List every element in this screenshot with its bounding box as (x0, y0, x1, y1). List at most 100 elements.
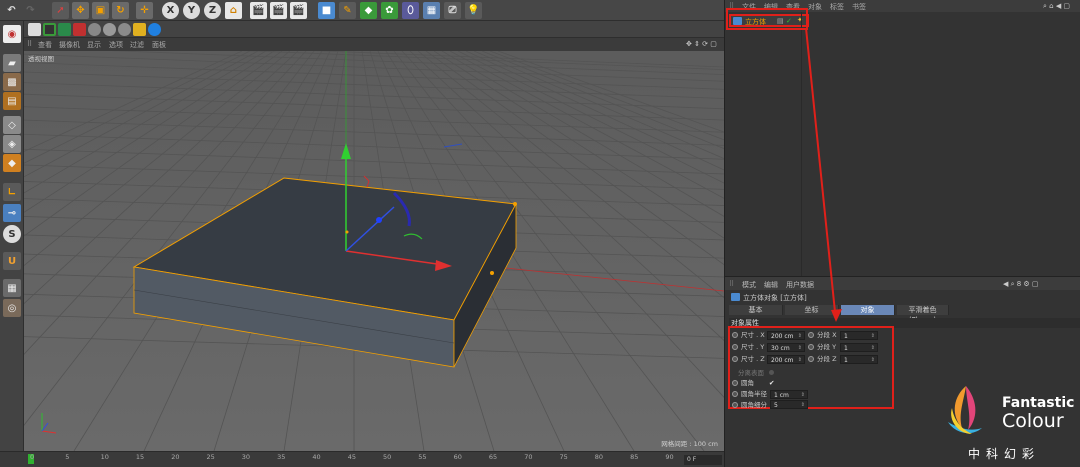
menu-panel[interactable]: 面板 (152, 40, 166, 50)
attr-menu-mode[interactable]: 模式 (742, 280, 756, 290)
model-mode-icon[interactable] (73, 23, 86, 36)
size-x-field[interactable]: 200 cm ⇕ (767, 331, 805, 340)
fillet-radius-field[interactable]: 1 cm ⇕ (770, 390, 808, 399)
polygons-mode-icon[interactable] (58, 23, 71, 36)
seg-x-field[interactable]: 1 ⇕ (840, 331, 878, 340)
texture-mode-icon[interactable] (88, 23, 101, 36)
select-tool-icon[interactable]: ➚ (52, 2, 69, 19)
fillet-label: 圆角 (741, 379, 754, 387)
light-icon[interactable]: 💡 (465, 2, 482, 19)
om-menu-bookmark[interactable]: 书签 (852, 2, 866, 12)
anim-radio[interactable] (732, 332, 738, 338)
points-tool-icon[interactable]: ◇ (3, 116, 21, 134)
edges-tool-icon[interactable]: ◈ (3, 135, 21, 153)
render-view-icon[interactable]: 🎬 (250, 2, 267, 19)
om-search-icon[interactable]: ⌕ ⌂ ◀ ▢ (1043, 2, 1070, 11)
subdivision-icon[interactable]: ◆ (360, 2, 377, 19)
workplane-tool-icon[interactable]: ▤ (3, 92, 21, 110)
om-menu-file[interactable]: 文件 (742, 2, 756, 12)
om-menu-edit[interactable]: 编辑 (764, 2, 778, 12)
anim-radio[interactable] (732, 402, 738, 408)
tab-object[interactable]: 对象 (841, 305, 895, 315)
soft-selection-icon[interactable] (148, 23, 161, 36)
timeline[interactable]: 0 5 10 15 20 25 30 35 40 45 50 55 60 65 70 75 80 85 90 0 F (0, 451, 724, 467)
frame-input[interactable]: 0 F (684, 455, 722, 465)
render-settings-icon[interactable]: 🎬 (290, 2, 307, 19)
fillet-sub-field[interactable]: 5 ⇕ (770, 400, 808, 409)
separate-checkbox[interactable] (769, 370, 775, 375)
anim-radio[interactable] (808, 356, 814, 362)
magnet-icon[interactable]: U (3, 252, 21, 270)
points-mode-icon[interactable] (28, 23, 41, 36)
anim-radio[interactable] (732, 356, 738, 362)
x-axis-lock-icon[interactable]: X (162, 2, 179, 19)
menu-view[interactable]: 查看 (38, 40, 52, 50)
enabled-check-icon[interactable]: ✓ (786, 17, 792, 25)
timeline-tick: 35 (277, 453, 286, 461)
object-name[interactable]: 立方体 (745, 17, 766, 27)
anim-radio[interactable] (732, 380, 738, 386)
axis-mode-icon[interactable] (118, 23, 131, 36)
render-picture-viewer-icon[interactable]: 🎬 (270, 2, 287, 19)
om-menu-object[interactable]: 对象 (808, 2, 822, 12)
make-editable-icon[interactable]: ◉ (3, 25, 21, 43)
size-z-field[interactable]: 200 cm ⇕ (767, 355, 805, 364)
attr-menu-edit[interactable]: 编辑 (764, 280, 778, 290)
snap-s-icon[interactable]: S (3, 225, 21, 243)
tweak-tool-icon[interactable]: ⊸ (3, 204, 21, 222)
timeline-tick: 20 (171, 453, 180, 461)
camera-icon[interactable]: ⎚ (444, 2, 461, 19)
seg-z-field[interactable]: 1 ⇕ (840, 355, 878, 364)
y-axis-lock-icon[interactable]: Y (183, 2, 200, 19)
perspective-viewport[interactable]: 透视视图 网格间距 : 100 cm (24, 51, 724, 451)
tab-basic[interactable]: 基本 (729, 305, 783, 315)
anim-radio[interactable] (732, 391, 738, 397)
anim-radio[interactable] (808, 344, 814, 350)
attr-menu-userdata[interactable]: 用户数据 (786, 280, 814, 290)
seg-y-label: 分段 Y (817, 343, 837, 351)
object-list[interactable]: 立方体 ▤ ✓ ✦ (725, 12, 1080, 276)
menu-options[interactable]: 选项 (109, 40, 123, 50)
visibility-icon[interactable]: ▤ (777, 17, 784, 25)
pen-spline-icon[interactable]: ✎ (339, 2, 356, 19)
menu-filter[interactable]: 过滤 (130, 40, 144, 50)
menu-display[interactable]: 显示 (87, 40, 101, 50)
live-select-icon[interactable]: ✛ (136, 2, 153, 19)
attributes-title: 立方体对象 [立方体] (743, 294, 807, 302)
fillet-checkbox[interactable]: ✔ (769, 378, 774, 388)
cube-object-icon[interactable]: ■ (318, 2, 335, 19)
model-tool-icon[interactable]: ▰ (3, 54, 21, 72)
rotate-tool-icon[interactable]: ↻ (112, 2, 129, 19)
edges-mode-icon[interactable] (43, 23, 56, 36)
undo-icon[interactable]: ↶ (3, 2, 20, 19)
tab-coord[interactable]: 坐标 (785, 305, 839, 315)
floor-icon[interactable]: ▦ (423, 2, 440, 19)
polygons-tool-icon[interactable]: ◆ (3, 154, 21, 172)
redo-icon[interactable]: ↷ (22, 2, 39, 19)
scale-tool-icon[interactable]: ▣ (92, 2, 109, 19)
om-menu-view[interactable]: 查看 (786, 2, 800, 12)
texture-tool-icon[interactable]: ▩ (3, 73, 21, 91)
anim-radio[interactable] (808, 332, 814, 338)
brand-line2: Colour (1002, 410, 1064, 432)
attr-nav-icons[interactable]: ◀ ⌕ 8 ⚙ ▢ (1003, 280, 1039, 289)
anim-radio[interactable] (732, 344, 738, 350)
lock-workplane-icon[interactable]: ◎ (3, 299, 21, 317)
timeline-tick: 0 (30, 453, 35, 461)
z-axis-lock-icon[interactable]: Z (204, 2, 221, 19)
move-tool-icon[interactable]: ✥ (72, 2, 89, 19)
grid-snap-icon[interactable]: ▦ (3, 279, 21, 297)
size-y-field[interactable]: 30 cm ⇕ (767, 343, 805, 352)
workplane-icon[interactable] (103, 23, 116, 36)
menu-camera[interactable]: 摄像机 (59, 40, 80, 50)
axis-tool-icon[interactable]: ∟ (3, 183, 21, 201)
object-row-cube[interactable]: 立方体 ▤ ✓ ✦ (729, 14, 809, 27)
seg-y-field[interactable]: 1 ⇕ (840, 343, 878, 352)
coordinate-system-icon[interactable]: ⌂ (225, 2, 242, 19)
tab-phong[interactable]: 平滑着色(Phong) (897, 305, 949, 324)
viewport-nav-icons[interactable]: ✥ ⇕ ⟳ ▢ (686, 40, 717, 48)
om-menu-tag[interactable]: 标签 (830, 2, 844, 12)
snap-icon[interactable] (133, 23, 146, 36)
cloner-icon[interactable]: ✿ (381, 2, 398, 19)
deformer-icon[interactable]: ⬯ (402, 2, 419, 19)
